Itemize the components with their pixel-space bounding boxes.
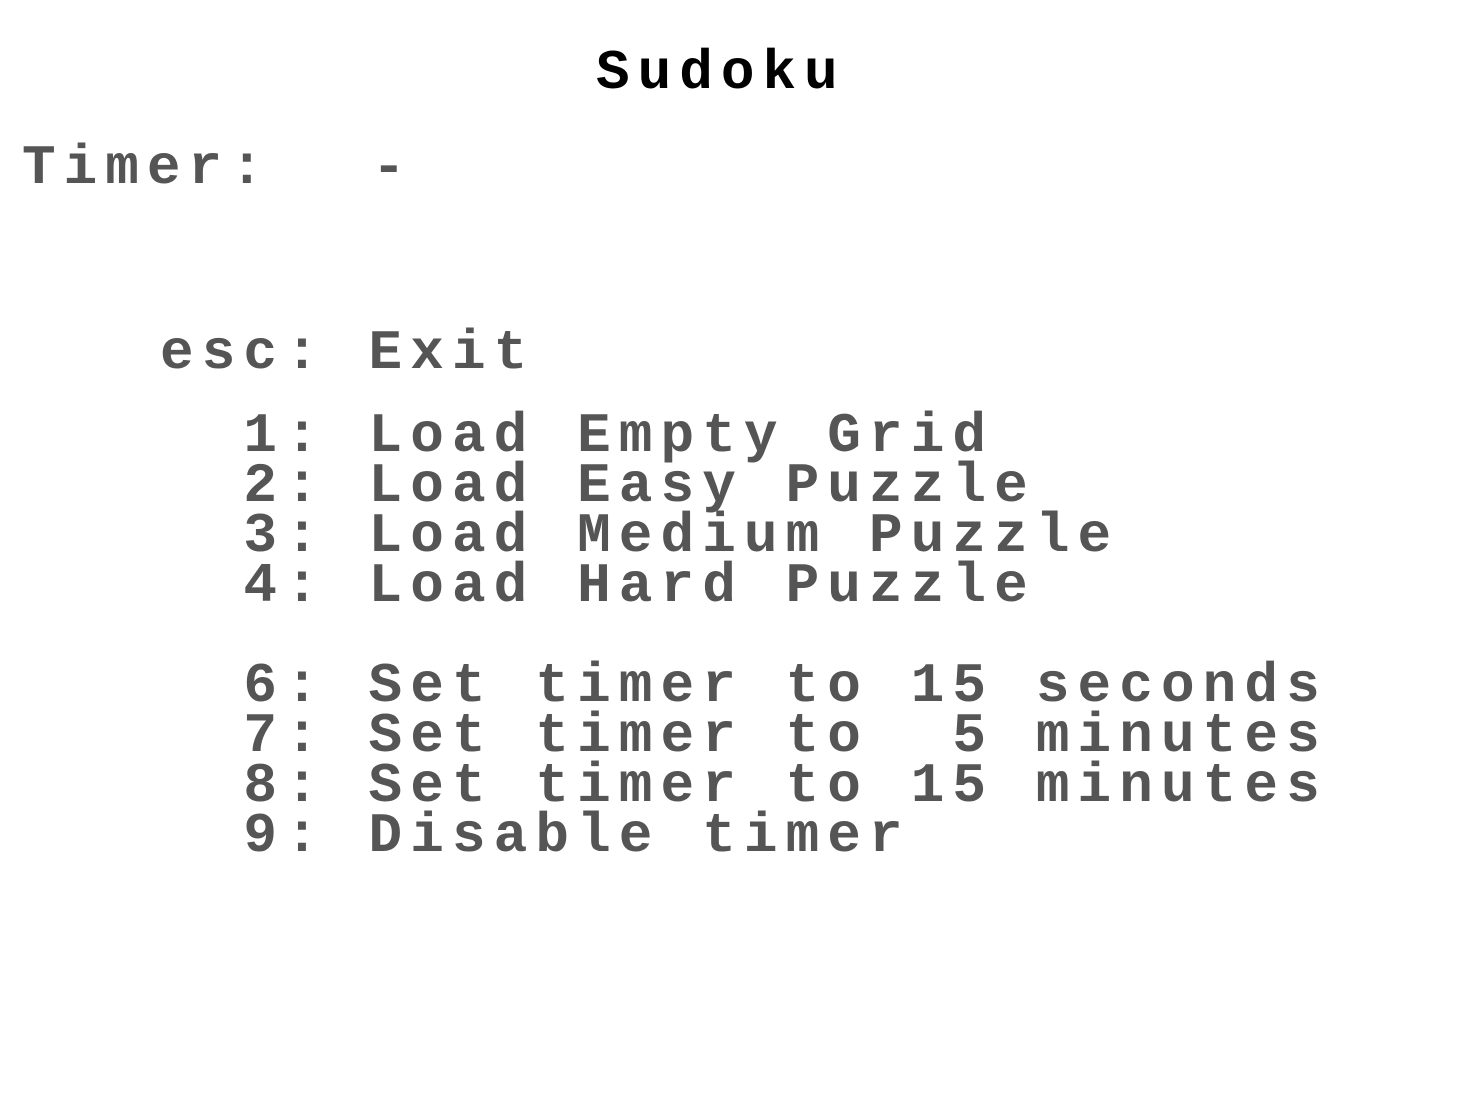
- menu-key: 4:: [160, 554, 327, 618]
- menu-label: Disable timer: [368, 804, 911, 868]
- menu-item-exit[interactable]: esc: Exit: [160, 325, 535, 381]
- page-title: Sudoku: [596, 41, 846, 105]
- menu-label: Exit: [368, 321, 536, 385]
- menu-label: Load Hard Puzzle: [368, 554, 1036, 618]
- timer-value: -: [372, 136, 414, 200]
- menu-item-load-hard[interactable]: 4: Load Hard Puzzle: [160, 558, 1036, 614]
- menu-item-disable-timer[interactable]: 9: Disable timer: [160, 808, 911, 864]
- menu-key: 9:: [160, 804, 327, 868]
- menu-key: esc:: [160, 321, 327, 385]
- timer-label: Timer:: [22, 136, 272, 200]
